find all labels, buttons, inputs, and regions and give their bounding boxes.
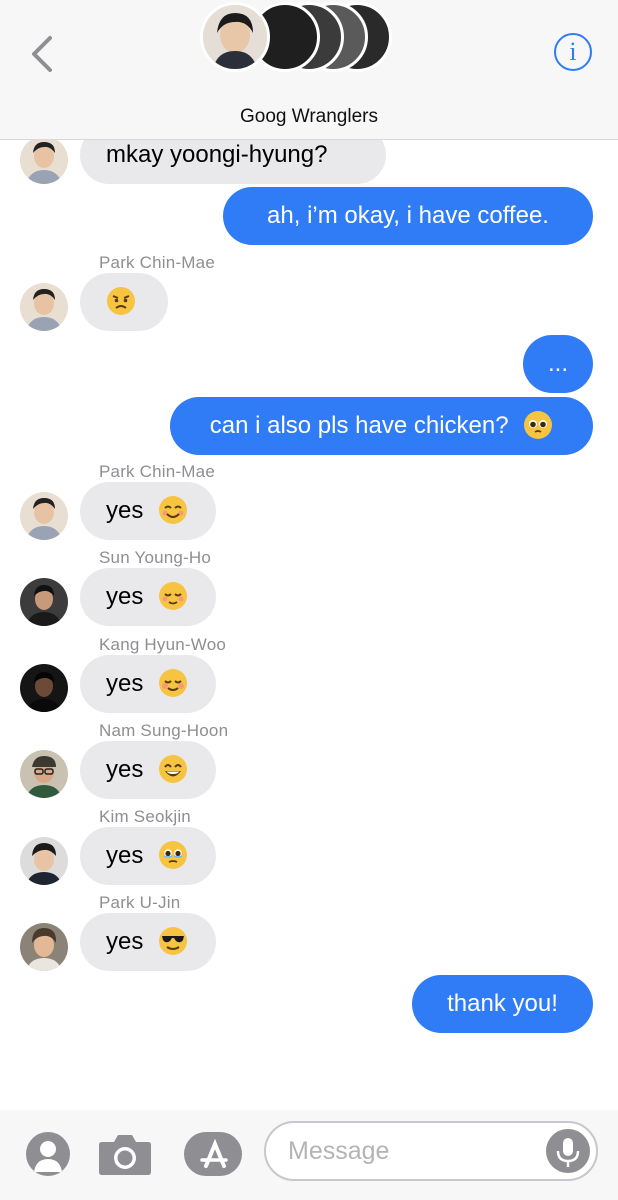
avatar[interactable]: [20, 492, 68, 540]
message-text: thank you!: [447, 990, 558, 1017]
group-avatar-stack[interactable]: [200, 2, 400, 74]
message-text: mkay yoongi-hyung?: [106, 141, 328, 168]
message-text: yes: [106, 842, 144, 869]
message-text: yes: [106, 497, 144, 524]
message-bubble-outgoing[interactable]: can i also pls have chicken?: [170, 397, 593, 455]
compose-bar: [0, 1110, 618, 1200]
message-text: can i also pls have chicken?: [209, 412, 509, 439]
face-holding-back-tears-icon: [159, 840, 188, 869]
sender-name: Park Chin-Mae: [99, 253, 215, 272]
angry-face-icon: [107, 286, 135, 315]
avatar[interactable]: [20, 283, 68, 331]
message-bubble-outgoing[interactable]: thank you!: [412, 975, 593, 1033]
sender-name: Kang Hyun-Woo: [99, 635, 227, 654]
message-bubble-outgoing[interactable]: ah, i’m okay, i have coffee.: [223, 187, 593, 245]
message-bubble-outgoing[interactable]: ...: [523, 335, 593, 393]
avatar[interactable]: [20, 837, 68, 885]
message-bubble-incoming[interactable]: yes: [80, 655, 216, 713]
avatar[interactable]: [20, 750, 68, 798]
message-bubble-incoming[interactable]: yes: [80, 482, 216, 540]
message-bubble-incoming[interactable]: yes: [80, 913, 216, 971]
sender-name: Park Chin-Mae: [99, 462, 215, 481]
info-icon[interactable]: i: [554, 33, 592, 71]
sender-name: Nam Sung-Hoon: [99, 721, 229, 740]
message-bubble-incoming[interactable]: yes: [80, 741, 216, 799]
message-text: ah, i’m okay, i have coffee.: [267, 202, 549, 229]
group-name[interactable]: Goog Wranglers: [0, 106, 618, 128]
avatar: [200, 2, 270, 72]
message-bubble-incoming[interactable]: [80, 273, 168, 331]
avatar[interactable]: [20, 578, 68, 626]
sender-name: Sun Young-Ho: [99, 548, 212, 567]
message-text: ...: [547, 350, 568, 377]
message-bubble-incoming[interactable]: yes: [80, 827, 216, 885]
message-text: yes: [106, 928, 144, 955]
app-store-icon[interactable]: [184, 1132, 242, 1176]
smiling-face-with-sunglasses-icon: [159, 926, 188, 955]
message-text: yes: [106, 583, 144, 610]
grinning-face-with-smiling-eyes-icon: [159, 754, 188, 783]
pleading-face-icon: [524, 410, 553, 439]
smiling-face-icon: [159, 668, 188, 697]
avatar[interactable]: [20, 664, 68, 712]
message-bubble-incoming[interactable]: yes: [80, 568, 216, 626]
sender-name: Park U-Jin: [99, 893, 181, 912]
camera-icon[interactable]: [98, 1132, 152, 1176]
message-text: yes: [106, 756, 144, 783]
relieved-face-icon: [159, 581, 188, 610]
smiling-face-with-smiling-eyes-icon: [159, 495, 188, 524]
message-input[interactable]: [288, 1131, 548, 1171]
message-input-container[interactable]: [264, 1121, 598, 1181]
contact-icon[interactable]: [26, 1132, 70, 1176]
message-text: yes: [106, 670, 144, 697]
sender-name: Kim Seokjin: [99, 807, 191, 826]
chevron-left-icon[interactable]: [26, 34, 60, 74]
avatar[interactable]: [20, 136, 68, 184]
microphone-icon[interactable]: [546, 1129, 590, 1173]
conversation-header: i Goog Wranglers: [0, 0, 618, 140]
avatar[interactable]: [20, 923, 68, 971]
